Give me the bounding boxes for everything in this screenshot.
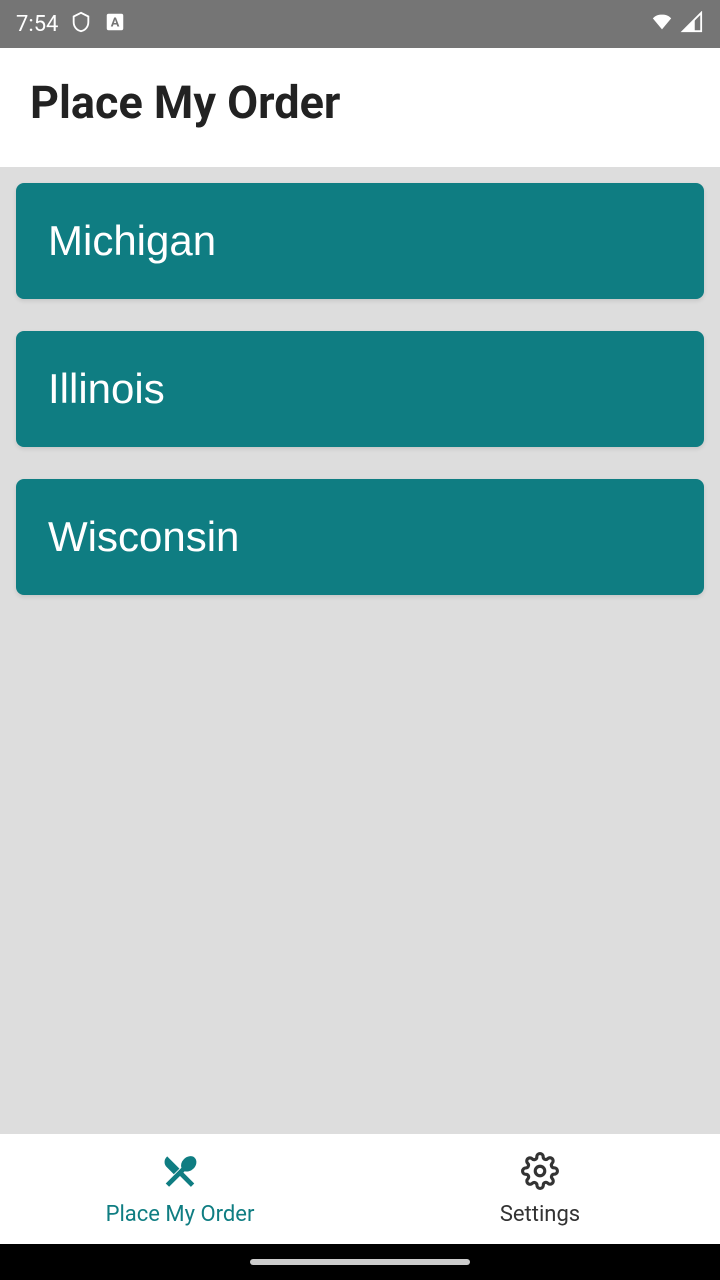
bottom-nav: Place My Order Settings (0, 1134, 720, 1244)
cellular-icon (680, 11, 704, 37)
utensils-icon (161, 1152, 199, 1194)
wifi-icon (648, 11, 676, 37)
gear-icon (521, 1152, 559, 1194)
nav-item-settings[interactable]: Settings (360, 1134, 720, 1244)
page-title: Place My Order (30, 76, 690, 129)
app-header: Place My Order (0, 48, 720, 167)
status-time: 7:54 (16, 12, 58, 37)
app-letter-icon: A (104, 11, 126, 37)
state-button-illinois[interactable]: Illinois (16, 331, 704, 447)
status-bar: 7:54 A (0, 0, 720, 48)
shield-icon (70, 9, 92, 39)
status-right (648, 11, 704, 37)
gesture-bar (0, 1244, 720, 1280)
nav-label-order: Place My Order (106, 1202, 255, 1227)
status-left: 7:54 A (16, 9, 126, 39)
svg-text:A: A (111, 16, 120, 31)
content-area: Michigan Illinois Wisconsin (0, 167, 720, 1134)
state-button-wisconsin[interactable]: Wisconsin (16, 479, 704, 595)
gesture-handle[interactable] (250, 1259, 470, 1265)
nav-item-order[interactable]: Place My Order (0, 1134, 360, 1244)
nav-label-settings: Settings (500, 1202, 580, 1227)
state-button-michigan[interactable]: Michigan (16, 183, 704, 299)
